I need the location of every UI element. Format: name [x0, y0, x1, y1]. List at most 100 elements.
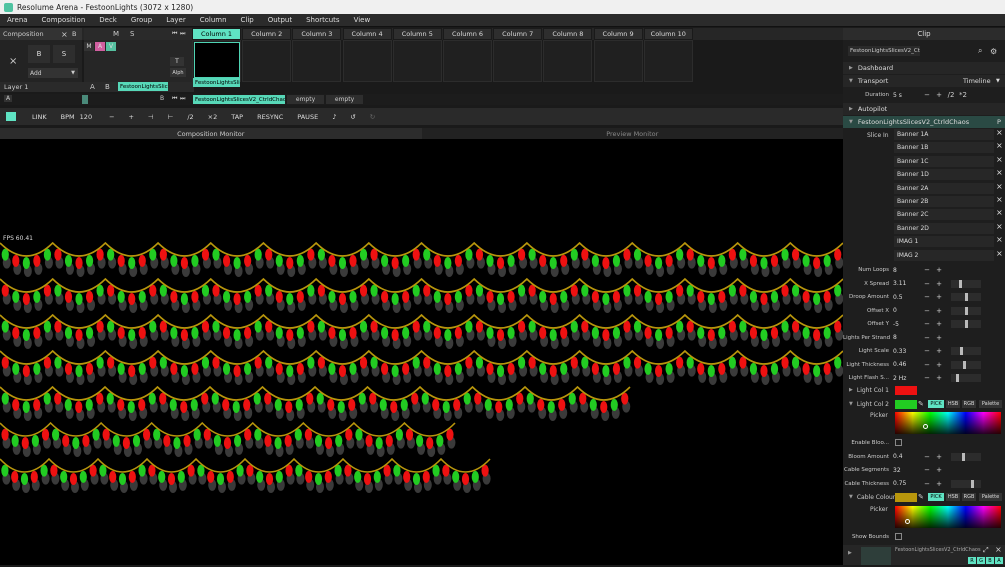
deck-clip-2[interactable]: empty: [287, 95, 324, 104]
param-plus-button[interactable]: +: [933, 466, 945, 474]
slice-item[interactable]: Banner 2C: [894, 209, 994, 221]
link-button[interactable]: LINK: [32, 113, 47, 121]
preview-monitor-tab[interactable]: Preview Monitor: [421, 128, 843, 139]
close-icon[interactable]: ×: [995, 545, 1002, 554]
deck-clip-3[interactable]: empty: [326, 95, 363, 104]
tap-button[interactable]: TAP: [231, 113, 243, 121]
clip-slot[interactable]: [342, 40, 392, 82]
clip-slot[interactable]: [242, 40, 292, 82]
autopilot-section[interactable]: ▶ Autopilot: [843, 103, 1005, 115]
clip-thumbnail[interactable]: [194, 42, 240, 78]
composition-monitor[interactable]: FPS 60.41: [0, 139, 844, 565]
composition-monitor-tab[interactable]: Composition Monitor: [0, 128, 422, 139]
param-checkbox[interactable]: [895, 439, 902, 446]
slider-handle[interactable]: [964, 293, 968, 301]
param-slider[interactable]: [951, 479, 981, 488]
clip-slot[interactable]: FestoonLightsSlic...: [192, 40, 241, 87]
channel-r-toggle[interactable]: R: [968, 557, 976, 564]
slider-handle[interactable]: [961, 452, 965, 461]
param-minus-button[interactable]: −: [921, 334, 933, 342]
slice-item[interactable]: IMAG 1: [894, 236, 994, 248]
gear-icon[interactable]: ⚙: [990, 47, 997, 56]
deck-a-button[interactable]: A: [4, 95, 13, 102]
param-minus-button[interactable]: −: [921, 480, 933, 488]
clip-slot[interactable]: [443, 40, 492, 82]
param-plus-button[interactable]: +: [933, 453, 945, 461]
param-plus-button[interactable]: +: [933, 361, 945, 369]
menu-composition[interactable]: Composition: [35, 16, 93, 24]
dashboard-section[interactable]: ▶ Dashboard: [843, 62, 1005, 74]
remove-slice-icon[interactable]: ×: [996, 208, 1003, 217]
nudge-back-icon[interactable]: ⊣: [148, 113, 154, 121]
param-value[interactable]: 2 Hz: [893, 375, 921, 382]
param-minus-button[interactable]: −: [921, 307, 933, 315]
video-button[interactable]: V: [106, 42, 116, 51]
remove-slice-icon[interactable]: ×: [996, 195, 1003, 204]
pause-button[interactable]: PAUSE: [297, 113, 318, 121]
column-header-4[interactable]: Column 4: [342, 28, 392, 40]
param-value[interactable]: 0.33: [893, 348, 921, 355]
rgb-button[interactable]: RGB: [962, 493, 976, 501]
column-header-9[interactable]: Column 9: [593, 28, 643, 40]
clip-slot[interactable]: [593, 40, 643, 82]
alpha-button[interactable]: Alph: [170, 68, 186, 77]
clip-name-field[interactable]: FestoonLightsSlicesV2_CtrldC...: [848, 46, 920, 56]
resync-button[interactable]: RESYNC: [257, 113, 283, 121]
transition-t-button[interactable]: T: [170, 57, 184, 66]
comp-b-button[interactable]: B: [72, 30, 76, 38]
column-header-5[interactable]: Column 5: [392, 28, 442, 40]
menu-clip[interactable]: Clip: [234, 16, 261, 24]
mute-button[interactable]: M: [84, 42, 94, 51]
param-value[interactable]: 8: [893, 267, 921, 274]
nudge-forward-icon[interactable]: ⊢: [168, 113, 174, 121]
next-icon[interactable]: ⏭: [180, 30, 185, 38]
light-col1-swatch[interactable]: [895, 385, 917, 395]
composition-header[interactable]: Composition × B: [0, 28, 82, 40]
remove-slice-icon[interactable]: ×: [996, 155, 1003, 164]
color-picker-1[interactable]: [895, 412, 1001, 434]
menu-arena[interactable]: Arena: [0, 16, 35, 24]
param-plus-button[interactable]: +: [933, 266, 945, 274]
rgb-button[interactable]: RGB: [962, 400, 976, 408]
prev-icon[interactable]: ⏮: [172, 30, 177, 38]
remove-slice-icon[interactable]: ×: [996, 249, 1003, 258]
slice-item[interactable]: Banner 2B: [894, 196, 994, 207]
param-minus-button[interactable]: −: [921, 266, 933, 274]
param-value[interactable]: -5: [893, 321, 921, 328]
picker-handle[interactable]: [923, 424, 928, 429]
menu-output[interactable]: Output: [261, 16, 299, 24]
remove-slice-icon[interactable]: ×: [996, 141, 1003, 150]
undo-icon[interactable]: ↺: [350, 113, 355, 121]
slice-item[interactable]: Banner 1B: [894, 142, 994, 154]
column-header-3[interactable]: Column 3: [292, 28, 342, 40]
deck-clip-1[interactable]: FestoonLightsSlicesV2_CtrldChaos: [193, 95, 285, 104]
param-slider[interactable]: [951, 306, 981, 315]
picker-handle[interactable]: [905, 519, 910, 524]
slice-item[interactable]: Banner 1A: [894, 129, 994, 140]
show-bounds-checkbox[interactable]: [895, 533, 902, 540]
effect-section[interactable]: ▼ FestoonLightsSlicesV2_CtrldChaos P: [843, 116, 1005, 128]
effect-preset-button[interactable]: P: [997, 118, 1001, 126]
duration-plus-button[interactable]: +: [933, 91, 945, 99]
menu-shortcuts[interactable]: Shortcuts: [299, 16, 346, 24]
remove-slice-icon[interactable]: ×: [996, 182, 1003, 191]
hsb-button[interactable]: HSB: [946, 400, 960, 408]
param-value[interactable]: 3.11: [893, 280, 921, 287]
menu-column[interactable]: Column: [193, 16, 234, 24]
clip-slot[interactable]: [392, 40, 442, 82]
transport-section[interactable]: ▼ Transport Timeline ▼: [843, 75, 1005, 87]
layer-clip-name[interactable]: FestoonLightsSlic...: [118, 82, 168, 91]
param-value[interactable]: 0.46: [893, 361, 921, 368]
bypass-b-button[interactable]: B: [28, 45, 50, 63]
slice-item[interactable]: Banner 2D: [894, 222, 994, 234]
param-value[interactable]: 0.5: [893, 294, 921, 301]
slider-handle[interactable]: [959, 279, 963, 288]
clip-slot[interactable]: [292, 40, 342, 82]
bpm-minus-button[interactable]: −: [109, 113, 114, 121]
channel-g-toggle[interactable]: G: [977, 557, 985, 564]
param-slider[interactable]: [951, 347, 981, 355]
deck-b-button[interactable]: B: [160, 95, 164, 102]
close-icon[interactable]: ×: [61, 30, 68, 39]
add-dropdown[interactable]: Add ▼: [28, 68, 78, 78]
layer-a-button[interactable]: A: [90, 83, 95, 91]
